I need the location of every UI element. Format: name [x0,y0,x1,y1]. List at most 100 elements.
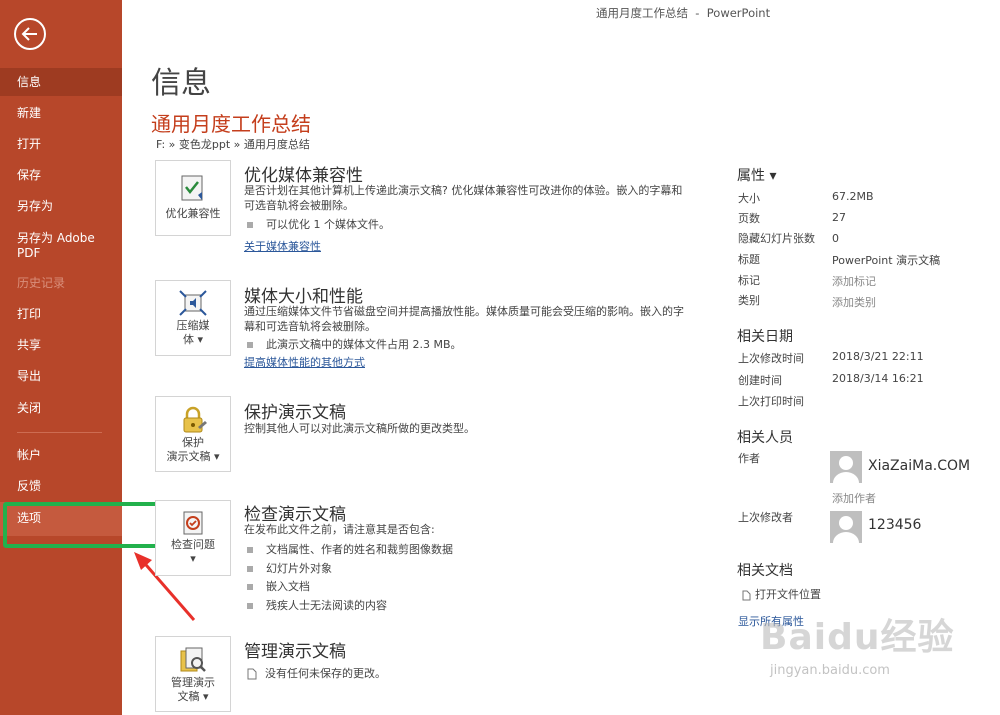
document-icon [247,668,257,680]
user-icon [833,516,859,543]
tile-label-line2: ▾ [190,552,196,565]
prop-value-title[interactable]: PowerPoint 演示文稿 [832,252,940,268]
tile-label: 优化兼容性 [165,207,221,220]
media-compatibility-icon [181,175,203,201]
compress-media-button[interactable]: 压缩媒 体 ▾ [155,280,231,356]
media-performance-link[interactable]: 提高媒体性能的其他方式 [244,354,365,370]
section-desc-manage: 没有任何未保存的更改。 [247,666,687,681]
bullet-text: 此演示文稿中的媒体文件占用 2.3 MB。 [266,338,462,351]
tile-label-line1: 保护 [182,436,204,449]
nav-save-as[interactable]: 另存为 [0,199,122,214]
check-for-issues-button[interactable]: 检查问题 ▾ [155,500,231,576]
nav-feedback[interactable]: 反馈 [0,479,122,494]
modifier-label: 上次修改者 [738,511,793,524]
document-title: 通用月度工作总结 [151,112,311,136]
compress-media-icon [179,290,207,316]
tile-label-line2: 文稿 ▾ [177,690,209,703]
tile-label-line2: 体 ▾ [182,333,204,346]
user-icon [833,456,859,483]
baidu-watermark-url: jingyan.baidu.com [770,663,890,678]
author-name[interactable]: XiaZaiMa.COM [868,458,970,474]
lock-key-icon [183,406,207,433]
nav-export[interactable]: 导出 [0,369,122,384]
document-icon [742,590,751,600]
section-desc-inspect: 在发布此文件之前，请注意其是否包含: [244,523,435,536]
nav-save-as-pdf[interactable]: 另存为 Adobe PDF [0,231,122,261]
date-value-created: 2018/3/14 16:21 [832,372,924,385]
nav-save[interactable]: 保存 [0,168,122,183]
section-title-protect: 保护演示文稿 [244,403,346,423]
manage-presentation-button[interactable]: 管理演示 文稿 ▾ [155,636,231,712]
bullet-square-icon [247,547,253,553]
protect-presentation-button[interactable]: 保护 演示文稿 ▾ [155,396,231,472]
bullet-square-icon [247,566,253,572]
nav-close[interactable]: 关闭 [0,401,122,416]
back-button[interactable] [14,18,46,50]
bullet-inspect-4: 残疾人士无法阅读的内容 [247,597,387,613]
related-docs-heading: 相关文档 [737,563,793,579]
bullet-inspect-1: 文档属性、作者的姓名和裁剪图像数据 [247,541,453,557]
nav-share[interactable]: 共享 [0,338,122,353]
backstage-sidebar: 信息 新建 打开 保存 另存为 另存为 Adobe PDF 历史记录 打印 共享… [0,0,122,715]
add-category-field[interactable]: 添加类别 [832,294,876,310]
tile-label-line1: 压缩媒 [176,319,210,332]
date-label-modified: 上次修改时间 [738,352,804,365]
section-desc-compat: 是否计划在其他计算机上传递此演示文稿? 优化媒体兼容性可改进你的体验。嵌入的字幕… [244,184,683,212]
modifier-avatar [830,511,862,543]
prop-label-size: 大小 [738,192,760,205]
window-title: 通用月度工作总结 - PowerPoint [596,6,771,20]
prop-value-pages: 27 [832,211,846,224]
bullet-text: 文档属性、作者的姓名和裁剪图像数据 [266,543,453,556]
prop-value-size: 67.2MB [832,190,874,203]
date-label-created: 创建时间 [738,374,782,387]
nav-info[interactable]: 信息 [0,68,122,96]
prop-value-hidden-slides: 0 [832,232,839,245]
tile-label-line1: 管理演示 [171,676,215,689]
baidu-watermark: Baidu经验 [760,617,955,658]
bullet-compat: 可以优化 1 个媒体文件。 [247,216,390,232]
bullet-text: 幻灯片外对象 [266,562,332,575]
prop-label-hidden-slides: 隐藏幻灯片张数 [738,232,815,245]
bullet-inspect-3: 嵌入文档 [247,578,310,594]
prop-label-pages: 页数 [738,212,760,225]
modifier-name[interactable]: 123456 [868,517,921,533]
nav-open[interactable]: 打开 [0,137,122,152]
bullet-inspect-2: 幻灯片外对象 [247,560,332,576]
options-highlight-box [3,502,159,548]
nav-print[interactable]: 打印 [0,307,122,322]
nav-new[interactable]: 新建 [0,106,122,121]
bullet-square-icon [247,603,253,609]
section-desc-protect: 控制其他人可以对此演示文稿所做的更改类型。 [244,422,475,435]
back-arrow-icon [21,27,37,41]
nav-divider [17,432,102,433]
bullet-square-icon [247,222,253,228]
manage-document-icon [180,647,206,672]
bullet-text: 可以优化 1 个媒体文件。 [266,218,390,231]
author-avatar [830,451,862,483]
document-path[interactable]: F: » 变色龙ppt » 通用月度总结 [156,136,310,152]
properties-heading[interactable]: 属性 ▾ [737,165,776,185]
people-heading: 相关人员 [737,430,793,446]
tile-label-line2: 演示文稿 ▾ [166,450,220,463]
nav-history: 历史记录 [17,276,66,290]
prop-label-title: 标题 [738,253,760,266]
section-desc-compress: 通过压缩媒体文件节省磁盘空间并提高播放性能。媒体质量可能会受压缩的影响。嵌入的字… [244,305,684,333]
about-media-compat-link[interactable]: 关于媒体兼容性 [244,238,321,254]
bullet-square-icon [247,584,253,590]
manage-status-text: 没有任何未保存的更改。 [265,667,386,680]
bullet-square-icon [247,342,253,348]
add-tag-field[interactable]: 添加标记 [832,273,876,289]
nav-account[interactable]: 帐户 [0,448,122,463]
date-value-modified: 2018/3/21 22:11 [832,350,924,363]
open-file-location-link[interactable]: 打开文件位置 [742,586,821,602]
author-label: 作者 [738,452,760,465]
page-title: 信息 [151,66,211,101]
section-title-manage: 管理演示文稿 [244,642,346,662]
date-label-printed: 上次打印时间 [738,395,804,408]
optimize-compatibility-button[interactable]: 优化兼容性 [155,160,231,236]
inspect-document-icon [183,511,203,535]
add-author-link[interactable]: 添加作者 [832,490,876,506]
open-file-location-label: 打开文件位置 [755,588,821,601]
prop-label-tags: 标记 [738,274,760,287]
bullet-text: 残疾人士无法阅读的内容 [266,599,387,612]
